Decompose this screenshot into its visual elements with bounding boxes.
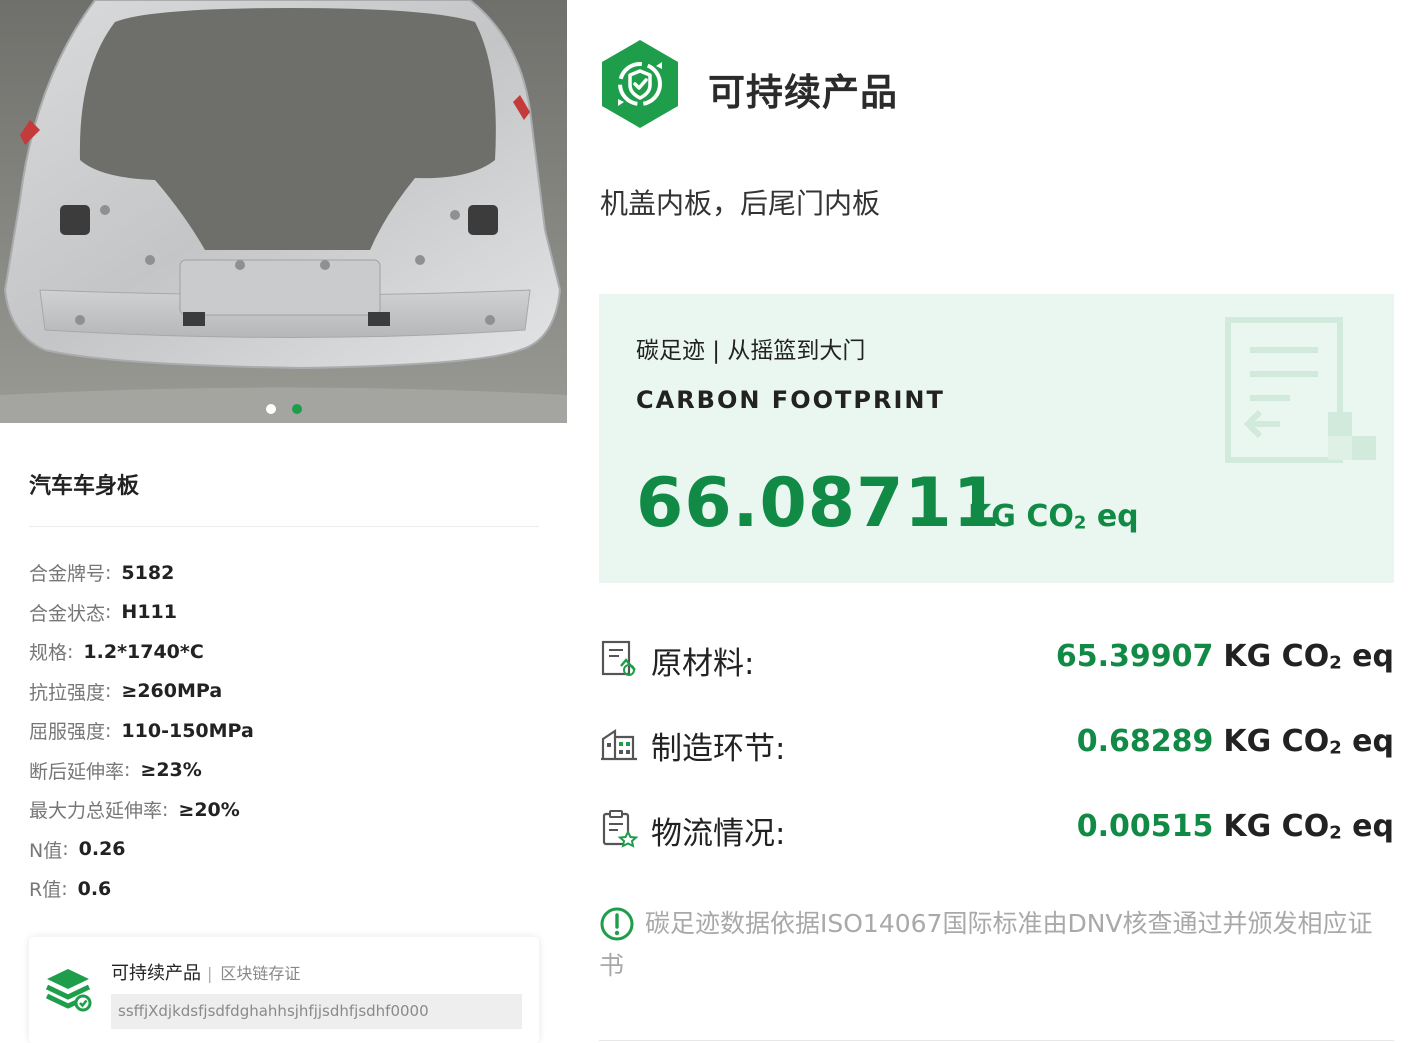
carbon-footprint-heading-en: CARBON FOOTPRINT xyxy=(636,386,945,414)
spec-separator: : xyxy=(124,759,131,782)
raw-material-document-icon xyxy=(601,640,636,676)
exclamation-circle-icon xyxy=(600,907,634,941)
spec-value: ≥20% xyxy=(178,798,240,821)
spec-separator: : xyxy=(105,561,112,584)
spec-label: 断后延伸率 xyxy=(29,760,125,783)
spec-row: 抗拉强度: ≥260MPa xyxy=(29,672,254,712)
carbon-footprint-total: 66.08711 xyxy=(636,464,1002,543)
spec-label: R值 xyxy=(29,879,62,902)
spec-value: ≥260MPa xyxy=(121,680,223,703)
breakdown-value-group: 0.00515 KG CO2 eq xyxy=(1077,809,1394,844)
page-title: 可持续产品 xyxy=(708,71,898,114)
spec-row: R值:0.6 xyxy=(29,869,254,909)
spec-row: 规格:1.2*1740*C xyxy=(29,632,254,672)
spec-separator: : xyxy=(105,601,112,624)
spec-value: 110-150MPa xyxy=(121,719,254,742)
spec-separator: : xyxy=(105,719,112,742)
breakdown-unit: KG CO2 eq xyxy=(1223,724,1394,759)
blockchain-card-subtitle: 区块链存证 xyxy=(220,964,301,983)
certification-note: 碳足迹数据依据ISO14067国际标准由DNV核查通过并颁发相应证书 xyxy=(599,903,1389,987)
spec-value: 0.6 xyxy=(77,877,112,900)
breakdown-row-logistics: 物流情况: 0.00515 KG CO2 eq xyxy=(599,804,1394,854)
carbon-footprint-heading: 碳足迹 | 从摇篮到大门 xyxy=(636,338,866,364)
spec-separator: : xyxy=(105,680,112,703)
breakdown-unit: KG CO2 eq xyxy=(1223,809,1394,844)
divider xyxy=(599,1040,1394,1041)
sustainability-panel: 可持续产品 机盖内板，后尾门内板 碳足迹 | 从摇篮到大门 CARBON FOO… xyxy=(567,0,1426,1043)
spec-label: N值 xyxy=(29,839,63,862)
document-arrow-watermark-icon xyxy=(1225,317,1376,463)
spec-label: 合金状态 xyxy=(29,602,106,625)
unit-prefix: KG CO xyxy=(1223,809,1330,844)
unit-prefix: KG CO xyxy=(968,499,1074,534)
unit-subscript: 2 xyxy=(1329,737,1342,759)
spec-value: 0.26 xyxy=(78,838,126,861)
unit-suffix: eq xyxy=(1086,499,1139,534)
certification-note-text: 碳足迹数据依据ISO14067国际标准由DNV核查通过并颁发相应证书 xyxy=(599,909,1373,980)
spec-separator: : xyxy=(162,798,169,821)
spec-row: 合金状态: H111 xyxy=(29,593,254,633)
spec-value: 5182 xyxy=(121,561,175,584)
product-name: 汽车车身板 xyxy=(29,474,140,499)
spec-row: 屈服强度:110-150MPa xyxy=(29,711,254,751)
logistics-clipboard-icon xyxy=(602,810,639,848)
breakdown-value: 0.00515 xyxy=(1076,809,1214,844)
unit-suffix: eq xyxy=(1341,639,1394,674)
spec-label: 合金牌号 xyxy=(29,563,106,586)
title-separator: | xyxy=(207,964,213,983)
blockchain-hash-field[interactable]: ssffjXdjkdsfjsdfdghahhsjhfjjsdhfjsdhf000… xyxy=(111,994,522,1029)
blockchain-certificate-card[interactable]: 可持续产品 | 区块链存证 ssffjXdjkdsfjsdfdghahhsjhfjj… xyxy=(29,937,539,1043)
spec-list: 合金牌号:5182 合金状态: H111 规格:1.2*1740*C 抗拉强度: ≥… xyxy=(29,553,254,909)
gallery-pagination xyxy=(0,404,567,414)
spec-value: ≥23% xyxy=(140,759,202,782)
product-detail-panel: 汽车车身板 合金牌号:5182 合金状态: H111 规格:1.2*1740*C … xyxy=(0,0,567,1043)
unit-subscript: 2 xyxy=(1329,822,1342,844)
unit-prefix: KG CO xyxy=(1223,639,1330,674)
blockchain-card-title-row: 可持续产品 | 区块链存证 xyxy=(111,959,300,985)
product-photo[interactable] xyxy=(0,0,567,423)
breakdown-value: 65.39907 xyxy=(1055,639,1214,674)
breakdown-label: 制造环节: xyxy=(651,731,786,767)
spec-label: 屈服强度 xyxy=(29,721,106,744)
divider xyxy=(29,526,539,527)
breakdown-row-manufacturing: 制造环节: 0.68289 KG CO2 eq xyxy=(599,719,1394,769)
spec-row: N值:0.26 xyxy=(29,830,254,870)
breakdown-row-raw-material: 原材料: 65.39907 KG CO2 eq xyxy=(599,634,1394,684)
spec-row: 最大力总延伸率: ≥20% xyxy=(29,790,254,830)
spec-separator: : xyxy=(67,640,74,663)
spec-label: 规格 xyxy=(29,642,68,665)
spec-separator: : xyxy=(62,838,69,861)
unit-suffix: eq xyxy=(1341,809,1394,844)
blockchain-card-title: 可持续产品 xyxy=(111,963,201,984)
sustainable-hexagon-logo xyxy=(602,40,678,128)
product-parts: 机盖内板，后尾门内板 xyxy=(600,187,881,220)
breakdown-unit: KG CO2 eq xyxy=(1223,639,1394,674)
unit-subscript: 2 xyxy=(1073,512,1087,534)
spec-separator: : xyxy=(61,877,68,900)
spec-value: H111 xyxy=(121,601,177,624)
breakdown-value-group: 65.39907 KG CO2 eq xyxy=(1056,639,1394,674)
spec-label: 最大力总延伸率 xyxy=(29,800,163,823)
carbon-footprint-unit: KG CO2 eq xyxy=(968,499,1139,534)
unit-suffix: eq xyxy=(1341,724,1394,759)
unit-subscript: 2 xyxy=(1329,652,1342,674)
factory-building-icon xyxy=(601,728,637,761)
breakdown-value: 0.68289 xyxy=(1076,724,1214,759)
carbon-footprint-card: 碳足迹 | 从摇篮到大门 CARBON FOOTPRINT 66.08711 K… xyxy=(599,294,1394,583)
breakdown-label: 原材料: xyxy=(651,646,755,682)
spec-row: 断后延伸率: ≥23% xyxy=(29,751,254,791)
spec-value: 1.2*1740*C xyxy=(83,640,204,663)
gallery-dot-2[interactable] xyxy=(291,404,302,414)
unit-prefix: KG CO xyxy=(1223,724,1330,759)
car-tailgate-inner-panel-photo xyxy=(0,0,567,423)
breakdown-label: 物流情况: xyxy=(651,816,786,852)
spec-label: 抗拉强度 xyxy=(29,681,106,704)
spec-row: 合金牌号:5182 xyxy=(29,553,254,593)
breakdown-value-group: 0.68289 KG CO2 eq xyxy=(1077,724,1394,759)
gallery-dot-1[interactable] xyxy=(265,404,276,414)
layers-stack-icon xyxy=(45,969,92,1012)
